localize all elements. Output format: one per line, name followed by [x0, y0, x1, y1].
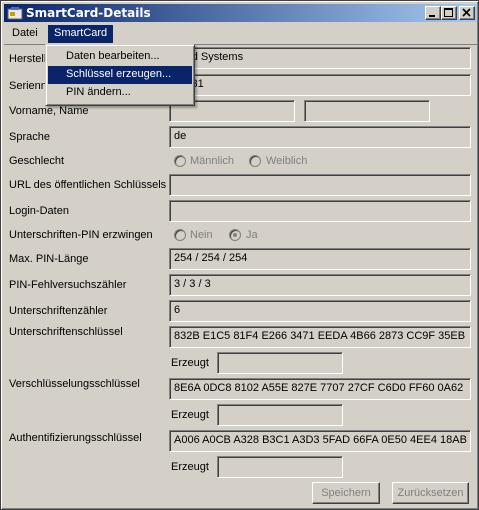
close-icon: [462, 8, 471, 17]
radio-maennlich-label: Männlich: [190, 155, 235, 167]
field-sig-created[interactable]: [217, 352, 343, 374]
smartcard-dropdown: Daten bearbeiten... Schlüssel erzeugen..…: [45, 44, 195, 106]
smartcard-details-window: SmartCard-Details Datei SmartCard Herste…: [0, 0, 479, 510]
title-bar[interactable]: SmartCard-Details: [4, 4, 477, 22]
label-enc-created: Erzeugt: [171, 409, 209, 421]
label-hersteller: Herstell: [9, 53, 47, 65]
menu-item-schluessel-erzeugen[interactable]: Schlüssel erzeugen...: [48, 66, 192, 84]
window-title: SmartCard-Details: [26, 6, 151, 20]
minimize-button[interactable]: [425, 6, 441, 20]
field-last-name[interactable]: [304, 100, 430, 122]
radio-nein-label: Nein: [190, 229, 213, 241]
label-name: Vorname, Name: [9, 105, 89, 117]
maximize-button[interactable]: [441, 6, 457, 20]
field-pin-laenge[interactable]: 254 / 254 / 254: [169, 248, 471, 270]
label-unterschriftenzaehler: Unterschriftenzähler: [9, 305, 108, 317]
label-sig-created: Erzeugt: [171, 357, 209, 369]
field-fehlversuch[interactable]: 3 / 3 / 3: [169, 274, 471, 296]
menu-datei[interactable]: Datei: [6, 25, 44, 43]
label-fehlversuch: PIN-Fehlversuchszähler: [9, 279, 127, 291]
menu-item-pin-aendern[interactable]: PIN ändern...: [48, 84, 192, 102]
label-auth-key: Authentifizierungsschlüssel: [9, 432, 142, 444]
field-seriennummer[interactable]: 01131: [169, 74, 471, 96]
label-enc-key: Verschlüsselungsschlüssel: [9, 378, 140, 390]
field-unterschriftenzaehler[interactable]: 6: [169, 300, 471, 322]
radio-maennlich[interactable]: [174, 155, 186, 167]
field-enc-key[interactable]: 8E6A 0DC8 8102 A55E 827E 7707 27CF C6D0 …: [169, 378, 471, 400]
field-hersteller[interactable]: Card Systems: [169, 47, 471, 69]
field-url[interactable]: [169, 174, 471, 196]
label-auth-created: Erzeugt: [171, 461, 209, 473]
label-url: URL des öffentlichen Schlüssels: [9, 179, 167, 191]
app-icon: [7, 5, 23, 21]
label-login: Login-Daten: [9, 205, 69, 217]
reset-button[interactable]: Zurücksetzen: [392, 482, 469, 504]
field-sig-key[interactable]: 832B E1C5 81F4 E266 3471 EEDA 4B66 2873 …: [169, 326, 471, 348]
label-sig-key: Unterschriftenschlüssel: [9, 326, 123, 338]
radio-nein[interactable]: [174, 229, 186, 241]
save-button[interactable]: Speichern: [312, 482, 380, 504]
minimize-icon: [429, 15, 435, 17]
field-login[interactable]: [169, 200, 471, 222]
menu-item-daten-bearbeiten[interactable]: Daten bearbeiten...: [48, 48, 192, 66]
radio-weiblich-label: Weiblich: [266, 155, 308, 167]
label-geschlecht: Geschlecht: [9, 155, 65, 167]
field-enc-created[interactable]: [217, 404, 343, 426]
field-sprache[interactable]: de: [169, 126, 471, 148]
radio-ja[interactable]: [229, 229, 241, 241]
field-auth-key[interactable]: A006 A0CB A328 B3C1 A3D3 5FAD 66FA 0E50 …: [169, 430, 471, 452]
label-pin-laenge: Max. PIN-Länge: [9, 253, 89, 265]
label-pin-erzwingen: Unterschriften-PIN erzwingen: [9, 229, 153, 241]
radio-ja-label: Ja: [246, 229, 258, 241]
field-auth-created[interactable]: [217, 456, 343, 478]
label-sprache: Sprache: [9, 131, 50, 143]
radio-weiblich[interactable]: [249, 155, 261, 167]
menu-bar: Datei SmartCard: [4, 23, 477, 45]
close-button[interactable]: [459, 6, 475, 20]
menu-smartcard[interactable]: SmartCard: [48, 25, 114, 43]
maximize-icon: [444, 8, 453, 17]
